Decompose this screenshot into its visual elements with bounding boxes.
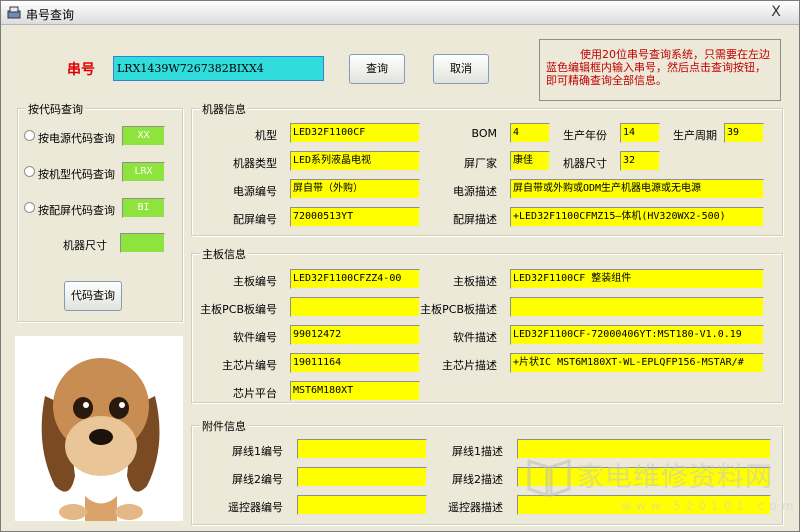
radio-model-code[interactable] (24, 166, 35, 177)
power-desc-label: 电源描述 (453, 185, 497, 198)
cycle-label: 生产周期 (673, 129, 717, 142)
watermark-text: 家电维修资料网 (577, 462, 773, 493)
model-label: 机型 (255, 129, 277, 142)
main-window: 串号查询 X 串号 LRX1439W7267382BIXX4 查询 取消 使用2… (0, 0, 800, 532)
pcb-no-field[interactable] (290, 297, 420, 317)
board-desc-label: 主板描述 (453, 275, 497, 288)
panel-code-field[interactable]: BI (122, 198, 165, 218)
pcb-no-label: 主板PCB板编号 (200, 303, 277, 316)
cable2-no-field[interactable] (297, 467, 427, 487)
accessories-title: 附件信息 (200, 418, 248, 434)
window-title: 串号查询 (26, 8, 75, 22)
platform-field[interactable]: MST6M180XT (290, 381, 420, 401)
query-button[interactable]: 查询 (349, 54, 405, 84)
model-code-field[interactable]: LRX (122, 162, 165, 182)
cable1-desc-label: 屏线1描述 (452, 445, 503, 458)
remote-no-field[interactable] (297, 495, 427, 515)
year-field[interactable]: 14 (620, 123, 660, 143)
panel-desc-field[interactable]: +LED32F1100CFMZ15—体机(HV320WX2-500) (510, 207, 764, 227)
machine-info-title: 机器信息 (200, 101, 248, 117)
type-label: 机器类型 (233, 157, 277, 170)
serial-input[interactable]: LRX1439W7267382BIXX4 (113, 56, 324, 81)
code-query-button[interactable]: 代码查询 (64, 281, 122, 311)
title-bar[interactable]: 串号查询 X (1, 1, 799, 25)
model-field[interactable]: LED32F1100CF (290, 123, 420, 143)
radio-model-code-label: 按机型代码查询 (38, 168, 115, 181)
radio-power-code[interactable] (24, 130, 35, 141)
pcb-desc-label: 主板PCB板描述 (420, 303, 497, 316)
sw-desc-label: 软件描述 (453, 331, 497, 344)
bom-field[interactable]: 4 (510, 123, 550, 143)
watermark: 家电维修资料网 www.520101.com (521, 453, 797, 529)
power-desc-field[interactable]: 屏自带或外购或ODM生产机器电源或无电源 (510, 179, 764, 199)
maker-label: 屏厂家 (464, 157, 497, 170)
code-size-label: 机器尺寸 (63, 239, 107, 252)
chip-no-label: 主芯片编号 (222, 359, 277, 372)
size-label: 机器尺寸 (563, 157, 607, 170)
bom-label: BOM (471, 127, 497, 140)
size-field[interactable]: 32 (620, 151, 660, 171)
chip-desc-label: 主芯片描述 (442, 359, 497, 372)
radio-panel-code-label: 按配屏代码查询 (38, 204, 115, 217)
sw-desc-field[interactable]: LED32F1100CF-72000406YT:MST180-V1.0.19 (510, 325, 764, 345)
platform-label: 芯片平台 (233, 387, 277, 400)
remote-desc-label: 遥控器描述 (448, 501, 503, 514)
board-no-label: 主板编号 (233, 275, 277, 288)
sw-no-field[interactable]: 99012472 (290, 325, 420, 345)
radio-power-code-label: 按电源代码查询 (38, 132, 115, 145)
panel-no-label: 配屏编号 (233, 213, 277, 226)
puppy-image (15, 336, 183, 521)
watermark-url: www.520101.com (621, 499, 799, 513)
board-desc-field[interactable]: LED32F1100CF 整装组件 (510, 269, 764, 289)
cable1-no-field[interactable] (297, 439, 427, 459)
power-code-field[interactable]: XX (122, 126, 165, 146)
cycle-field[interactable]: 39 (724, 123, 764, 143)
sw-no-label: 软件编号 (233, 331, 277, 344)
panel-no-field[interactable]: 72000513YT (290, 207, 420, 227)
mainboard-info-title: 主板信息 (200, 246, 248, 262)
radio-panel-code[interactable] (24, 202, 35, 213)
pcb-desc-field[interactable] (510, 297, 764, 317)
cable1-no-label: 屏线1编号 (232, 445, 283, 458)
book-logo-icon (527, 458, 571, 498)
panel-desc-label: 配屏描述 (453, 213, 497, 226)
chip-desc-field[interactable]: +片状IC MST6M180XT-WL-EPLQFP156-MSTAR/# (510, 353, 764, 373)
cancel-button[interactable]: 取消 (433, 54, 489, 84)
app-icon (7, 6, 21, 19)
cable2-desc-label: 屏线2描述 (452, 473, 503, 486)
serial-label: 串号 (67, 62, 95, 78)
board-no-field[interactable]: LED32F1100CFZZ4-00 (290, 269, 420, 289)
code-size-field[interactable] (120, 233, 165, 253)
cable2-no-label: 屏线2编号 (232, 473, 283, 486)
year-label: 生产年份 (563, 129, 607, 142)
type-field[interactable]: LED系列液晶电视 (290, 151, 420, 171)
maker-field[interactable]: 康佳 (510, 151, 550, 171)
hint-text: 使用20位串号查询系统，只需要在左边蓝色编辑框内输入串号，然后点击查询按钮，即可… (539, 39, 781, 101)
close-button[interactable]: X (765, 3, 787, 21)
code-query-title: 按代码查询 (26, 101, 85, 117)
remote-no-label: 遥控器编号 (228, 501, 283, 514)
power-no-field[interactable]: 屏自带（外购） (290, 179, 420, 199)
chip-no-field[interactable]: 19011164 (290, 353, 420, 373)
power-no-label: 电源编号 (233, 185, 277, 198)
